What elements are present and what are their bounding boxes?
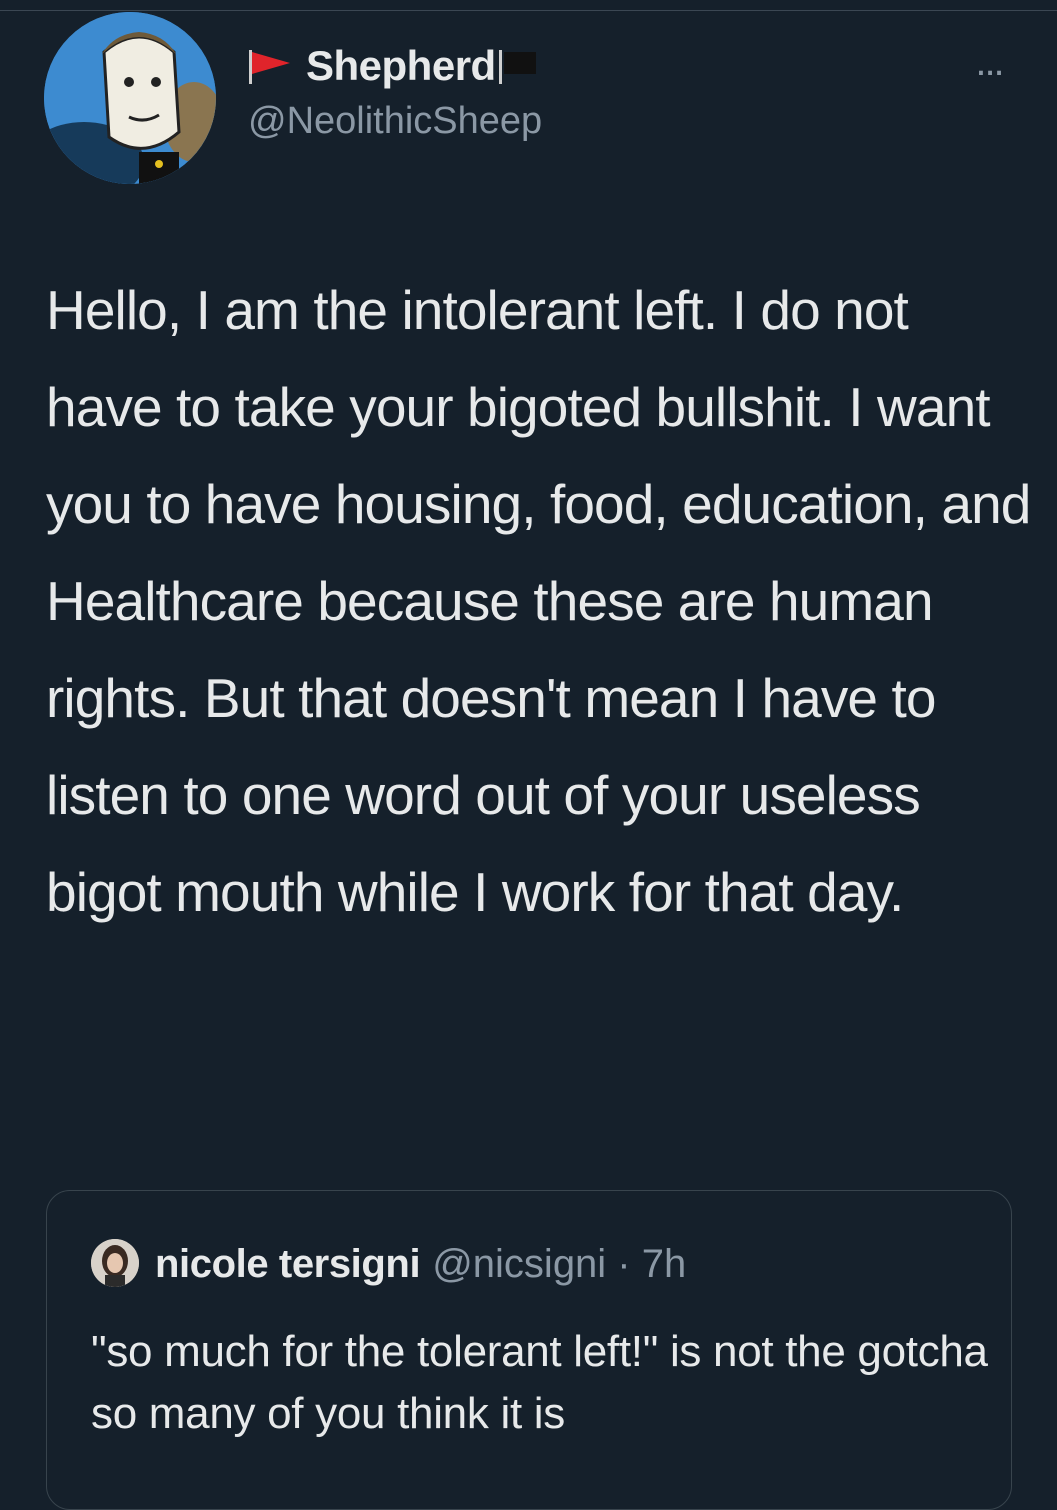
author-name-row[interactable]: Shepherd	[246, 42, 544, 90]
quoted-tweet-header: nicole tersigni @nicsigni · 7h	[155, 1237, 686, 1291]
profile-avatar[interactable]	[44, 12, 216, 184]
quoted-author-handle-time[interactable]: @nicsigni · 7h	[432, 1242, 686, 1287]
quoted-author-avatar[interactable]	[91, 1239, 139, 1287]
tweet-text: Hello, I am the intolerant left. I do no…	[46, 279, 1031, 923]
author-display-name[interactable]: Shepherd	[306, 42, 496, 90]
quoted-avatar-image	[91, 1239, 139, 1287]
avatar-illustration	[44, 12, 216, 184]
red-flag-icon	[246, 48, 292, 84]
more-options-button[interactable]: ...	[958, 42, 1020, 82]
author-handle[interactable]: @NeolithicSheep	[248, 100, 542, 143]
quoted-tweet-text: "so much for the tolerant left!" is not …	[91, 1327, 988, 1438]
top-divider	[0, 10, 1057, 11]
quoted-tweet-card[interactable]: nicole tersigni @nicsigni · 7h "so much …	[46, 1190, 1012, 1510]
quoted-author-name[interactable]: nicole tersigni	[155, 1242, 421, 1287]
black-flag-icon	[496, 48, 544, 84]
